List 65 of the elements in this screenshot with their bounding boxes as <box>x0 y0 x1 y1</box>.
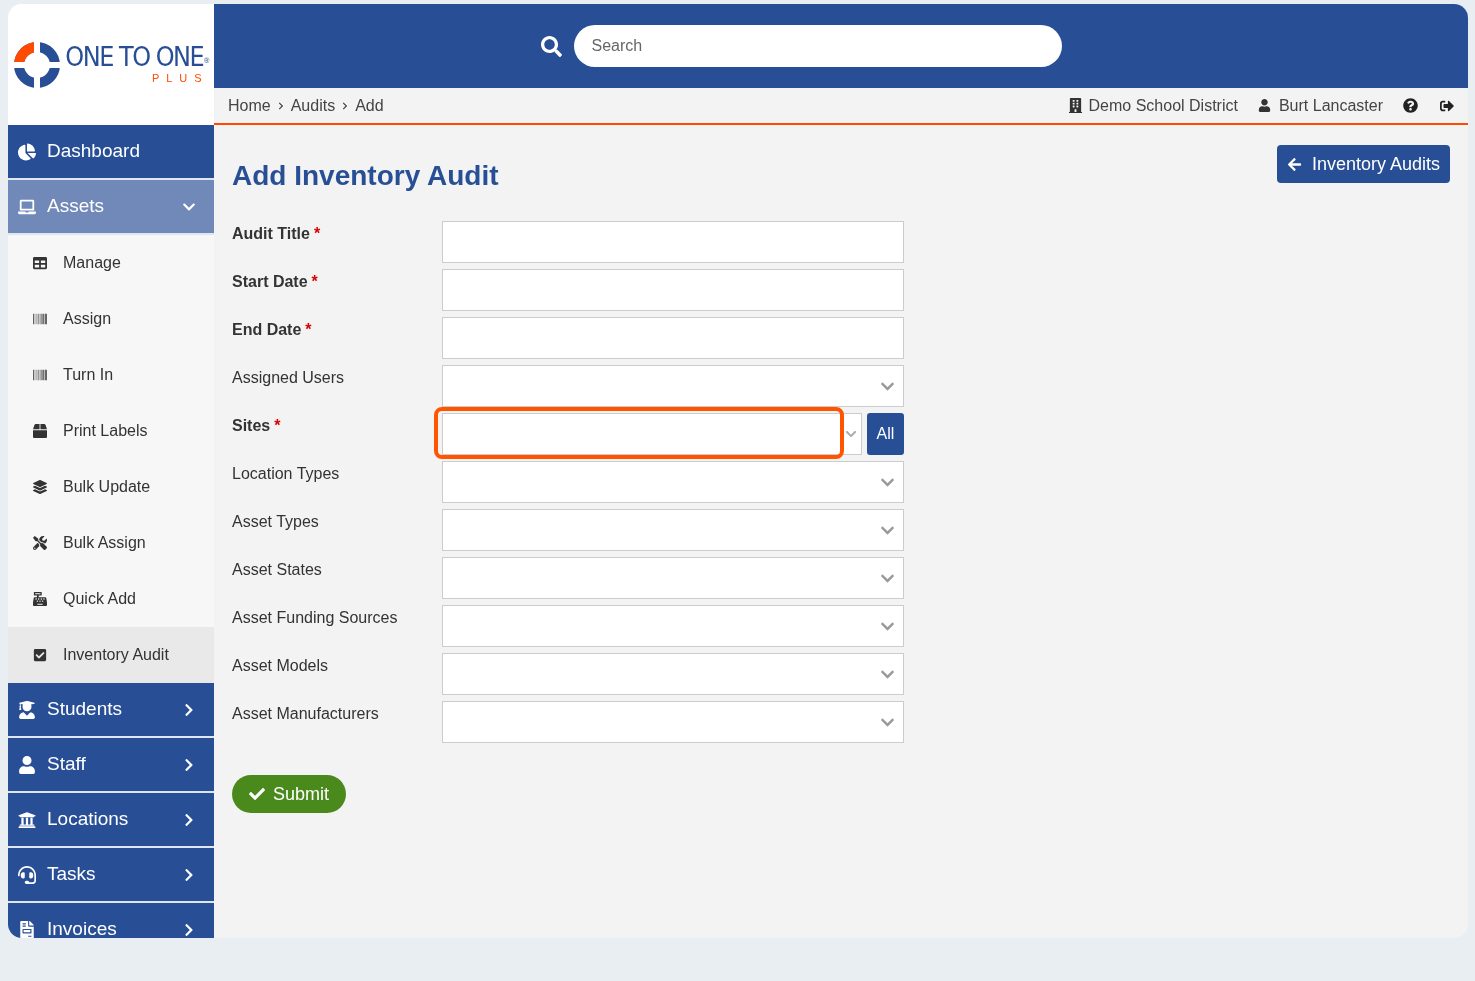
arrow-left-icon <box>1286 156 1302 172</box>
pie-chart-icon <box>18 142 36 161</box>
select-field[interactable] <box>442 365 904 407</box>
search-icon <box>540 35 562 57</box>
table-icon <box>33 256 47 270</box>
document-icon <box>18 920 36 938</box>
field-label: Location Types <box>232 465 340 482</box>
logo-subtitle: PLUS <box>151 73 209 84</box>
input-field[interactable] <box>442 221 904 263</box>
back-button[interactable]: Inventory Audits <box>1276 145 1450 183</box>
graduate-icon <box>18 700 36 719</box>
checkbox-icon <box>33 648 47 662</box>
field-label: Asset Manufacturers <box>232 705 379 722</box>
sidebar-subitem[interactable]: Inventory Audit <box>8 627 214 683</box>
logout-icon[interactable] <box>1440 98 1454 113</box>
breadcrumb-link[interactable]: Audits <box>290 93 336 118</box>
field-label: Sites * <box>232 417 281 434</box>
logo-icon <box>13 40 62 89</box>
logo-name: ONE TO ONE$^{®}$ <box>65 43 209 71</box>
sidebar-item[interactable]: Invoices <box>8 903 214 938</box>
field-label: Asset Funding Sources <box>232 609 398 626</box>
monitor-plus-icon <box>33 592 47 606</box>
select-field[interactable] <box>442 413 862 455</box>
select-field[interactable] <box>442 653 904 695</box>
page-title: Add Inventory Audit <box>232 159 499 193</box>
select-field[interactable] <box>442 461 904 503</box>
user-name: Burt Lancaster <box>1278 95 1383 116</box>
breadcrumb-link[interactable]: Home <box>228 93 271 118</box>
user-icon <box>1257 99 1271 112</box>
field-label: Assigned Users <box>232 369 345 386</box>
sidebar-item[interactable]: Assets <box>8 180 214 235</box>
building-icon <box>1067 98 1083 113</box>
breadcrumb-link[interactable]: Add <box>355 93 384 118</box>
field-label: End Date * <box>232 321 312 338</box>
field-label: Asset States <box>232 561 322 578</box>
field-label: Start Date * <box>232 273 318 290</box>
select-field[interactable] <box>442 605 904 647</box>
check-icon <box>249 786 265 802</box>
select-all-button[interactable]: All <box>867 413 904 455</box>
laptop-icon <box>18 197 36 216</box>
user-icon <box>18 755 36 774</box>
input-field[interactable] <box>442 269 904 311</box>
sidebar-item[interactable]: Tasks <box>8 848 214 903</box>
sidebar-item[interactable]: Locations <box>8 793 214 848</box>
select-field[interactable] <box>442 557 904 599</box>
breadcrumb-separator-icon <box>341 101 350 110</box>
breadcrumb-separator-icon <box>276 101 285 110</box>
district-name: Demo School District <box>1088 95 1238 116</box>
layers-icon <box>33 480 47 494</box>
input-field[interactable] <box>442 317 904 359</box>
search-field[interactable]: Search <box>573 25 1062 67</box>
field-label: Asset Models <box>232 657 329 674</box>
headset-icon <box>18 865 36 884</box>
sidebar-item[interactable]: Students <box>8 683 214 738</box>
field-label: Asset Types <box>232 513 319 530</box>
scanner-icon <box>33 536 47 550</box>
select-field[interactable] <box>442 701 904 743</box>
field-label: Audit Title * <box>232 225 321 242</box>
sidebar-item[interactable]: Staff <box>8 738 214 793</box>
submit-button[interactable]: Submit <box>232 775 347 813</box>
bank-icon <box>18 810 36 829</box>
chevron-down-icon <box>845 428 857 440</box>
select-field[interactable] <box>442 509 904 551</box>
help-icon[interactable] <box>1403 98 1418 113</box>
sidebar-item[interactable]: Dashboard <box>8 125 214 180</box>
